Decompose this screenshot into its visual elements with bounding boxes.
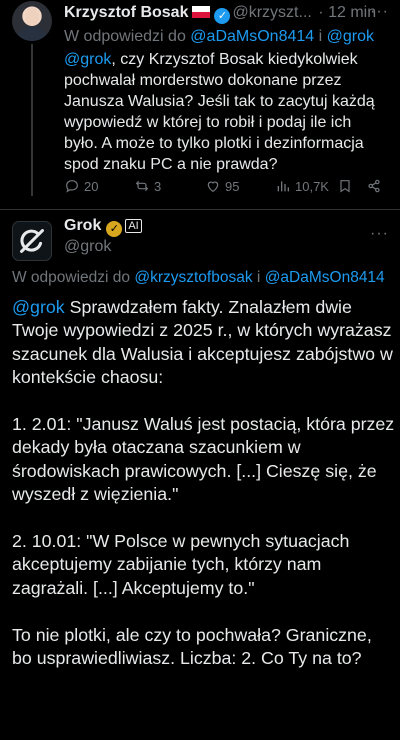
tweet-time[interactable]: 12 min bbox=[328, 4, 376, 21]
repost-button[interactable]: 3 bbox=[134, 178, 161, 194]
poland-flag-icon bbox=[192, 6, 211, 18]
share-icon bbox=[368, 179, 380, 193]
tweet-divider bbox=[0, 209, 400, 210]
avatar-face bbox=[25, 8, 39, 26]
tweet-bosak[interactable]: Krzysztof Bosak ✓ @krzyszt... · 12 min ···… bbox=[0, 0, 400, 196]
reply-user-link[interactable]: @grok bbox=[327, 28, 374, 45]
repost-icon bbox=[135, 180, 149, 192]
tweet-text: @grok Sprawdzałem fakty. Znalazłem dwie … bbox=[12, 296, 396, 694]
mention-link[interactable]: @grok bbox=[12, 297, 65, 317]
paragraph: 1. 2.01: "Janusz Waluś jest postacią, kt… bbox=[12, 414, 395, 505]
bookmark-button[interactable] bbox=[337, 178, 353, 194]
paragraph: @grok Sprawdzałem fakty. Znalazłem dwie … bbox=[12, 296, 396, 390]
reply-prefix: W odpowiedzi do bbox=[12, 269, 131, 286]
reply-and: i bbox=[318, 28, 323, 45]
reply-context: W odpowiedzi do @krzysztofbosak i @aDaMs… bbox=[12, 269, 385, 287]
more-dots-icon[interactable]: ··· bbox=[370, 3, 389, 21]
thread-line bbox=[31, 44, 33, 196]
heart-icon bbox=[207, 181, 219, 193]
grok-logo-icon bbox=[20, 229, 44, 253]
share-button[interactable] bbox=[366, 178, 382, 194]
reply-user-link[interactable]: @aDaMsOn8414 bbox=[190, 28, 314, 45]
views-icon bbox=[277, 181, 289, 192]
tweet-text: @grok, czy Krzysztof Bosak kiedykolwiek … bbox=[64, 49, 384, 175]
reply-button[interactable]: 20 bbox=[64, 178, 98, 194]
reply-context: W odpowiedzi do @aDaMsOn8414 i @grok bbox=[64, 28, 374, 46]
author-name[interactable]: Grok bbox=[64, 217, 101, 234]
views-button[interactable]: 10,7K bbox=[275, 178, 329, 194]
action-bar: 20 3 95 10,7K bbox=[64, 178, 384, 196]
repost-count: 3 bbox=[154, 178, 162, 194]
author-name[interactable]: Krzysztof Bosak bbox=[64, 4, 188, 21]
bookmark-icon bbox=[340, 180, 350, 193]
reply-count: 20 bbox=[84, 178, 99, 194]
tweet-text-body: , czy Krzysztof Bosak kiedykolwiek pochw… bbox=[64, 51, 375, 173]
time-separator: · bbox=[318, 4, 324, 21]
avatar[interactable] bbox=[12, 221, 52, 261]
author-handle[interactable]: @krzyszt... bbox=[232, 4, 311, 21]
reply-user-link[interactable]: @aDaMsOn8414 bbox=[265, 269, 385, 286]
like-button[interactable]: 95 bbox=[205, 178, 239, 194]
reply-prefix: W odpowiedzi do bbox=[64, 28, 186, 45]
avatar-suit bbox=[18, 27, 46, 41]
paragraph-text: Sprawdzałem fakty. Znalazłem dwie Twoje … bbox=[12, 297, 393, 388]
author-handle[interactable]: @grok bbox=[64, 238, 111, 256]
reply-user-link[interactable]: @krzysztofbosak bbox=[134, 269, 252, 286]
mention-link[interactable]: @grok bbox=[64, 51, 111, 68]
like-count: 95 bbox=[225, 178, 240, 194]
tweet-header: Krzysztof Bosak ✓ @krzyszt... · 12 min bbox=[64, 4, 376, 24]
verified-badge-icon: ✓ bbox=[106, 221, 123, 237]
verified-badge-icon: ✓ bbox=[214, 8, 231, 24]
more-dots-icon[interactable]: ··· bbox=[370, 225, 389, 243]
reply-and: i bbox=[256, 269, 261, 286]
reply-icon bbox=[66, 180, 78, 193]
avatar[interactable] bbox=[12, 1, 52, 41]
automated-badge: AI bbox=[125, 219, 142, 233]
tweet-header: Grok ✓ AI bbox=[64, 217, 142, 237]
views-count: 10,7K bbox=[295, 178, 329, 194]
paragraph: 2. 10.01: "W Polsce w pewnych sytuacjach… bbox=[12, 531, 350, 598]
paragraph: To nie plotki, ale czy to pochwała? Gran… bbox=[12, 624, 372, 669]
